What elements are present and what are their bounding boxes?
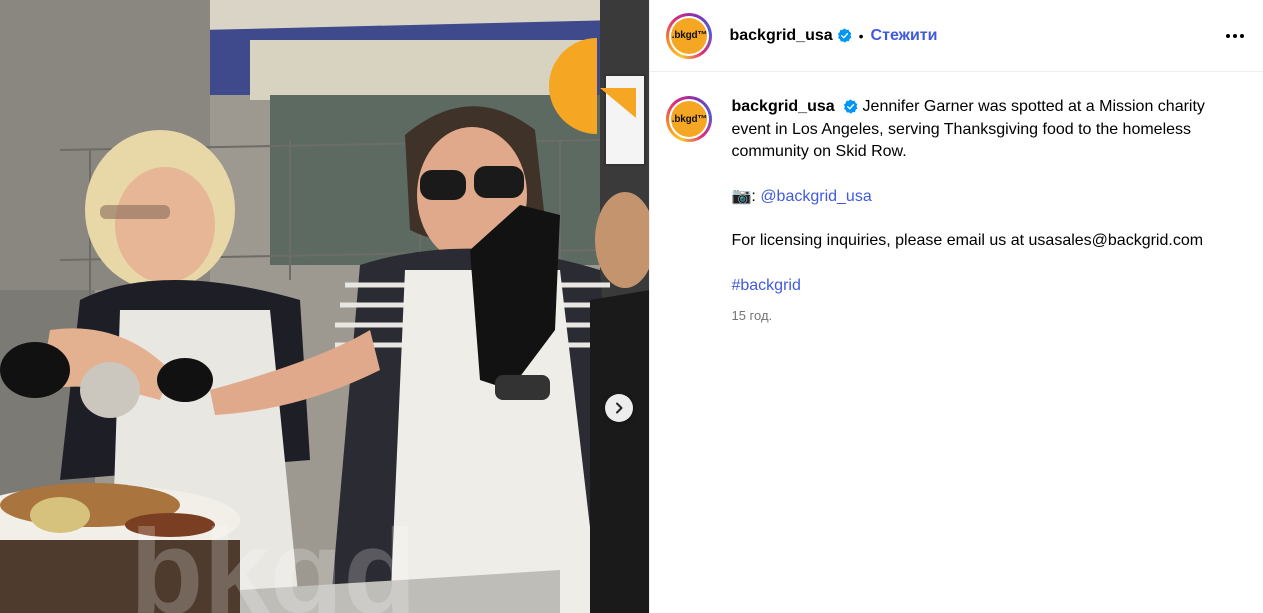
post-photo: bkgd (0, 0, 650, 613)
chevron-right-icon (616, 402, 623, 414)
credit-colon: : (751, 187, 756, 205)
hashtag-link[interactable]: #backgrid (731, 277, 800, 294)
svg-text:bkgd: bkgd (130, 505, 417, 613)
post-timestamp[interactable]: 15 год. (731, 305, 1236, 328)
more-dot (1240, 33, 1244, 38)
caption-avatar[interactable]: .bkgd™ (666, 96, 713, 142)
avatar-logo: .bkgd™ (671, 17, 708, 54)
follow-button[interactable]: Стежити (871, 27, 938, 45)
avatar-ring: .bkgd™ (669, 99, 710, 139)
more-dot (1233, 33, 1237, 38)
verified-badge-icon (843, 99, 858, 114)
post-side-panel: .bkgd™ backgrid_usa • Стежити .bkgd™ bac… (649, 0, 1263, 613)
next-media-button[interactable] (605, 394, 633, 422)
caption-section: .bkgd™ backgrid_usa Jennifer Garner was … (650, 72, 1263, 328)
caption-text: backgrid_usa Jennifer Garner was spotted… (731, 96, 1236, 328)
separator-dot: • (858, 27, 864, 44)
post-media[interactable]: bkgd (0, 0, 650, 613)
more-dot (1226, 33, 1230, 38)
post-header: .bkgd™ backgrid_usa • Стежити (650, 0, 1263, 72)
caption-hashtags: #backgrid (731, 275, 1236, 298)
caption-licensing: For licensing inquiries, please email us… (731, 232, 1204, 249)
more-options-icon[interactable] (1223, 24, 1247, 48)
credit-handle-link[interactable]: @backgrid_usa (760, 188, 871, 205)
caption-username[interactable]: backgrid_usa (731, 98, 834, 115)
avatar[interactable]: .bkgd™ (666, 12, 713, 59)
caption-first-paragraph: backgrid_usa Jennifer Garner was spotted… (731, 96, 1236, 164)
avatar-logo: .bkgd™ (671, 101, 708, 137)
header-username[interactable]: backgrid_usa (729, 27, 832, 45)
camera-icon: 📷 (731, 187, 752, 205)
avatar-ring: .bkgd™ (669, 15, 710, 56)
caption-credit: 📷: @backgrid_usa (731, 186, 1236, 209)
verified-badge-icon (837, 28, 852, 43)
instagram-post: bkgd .bkgd™ backgrid_usa • Стежити .bkgd… (0, 0, 1263, 613)
